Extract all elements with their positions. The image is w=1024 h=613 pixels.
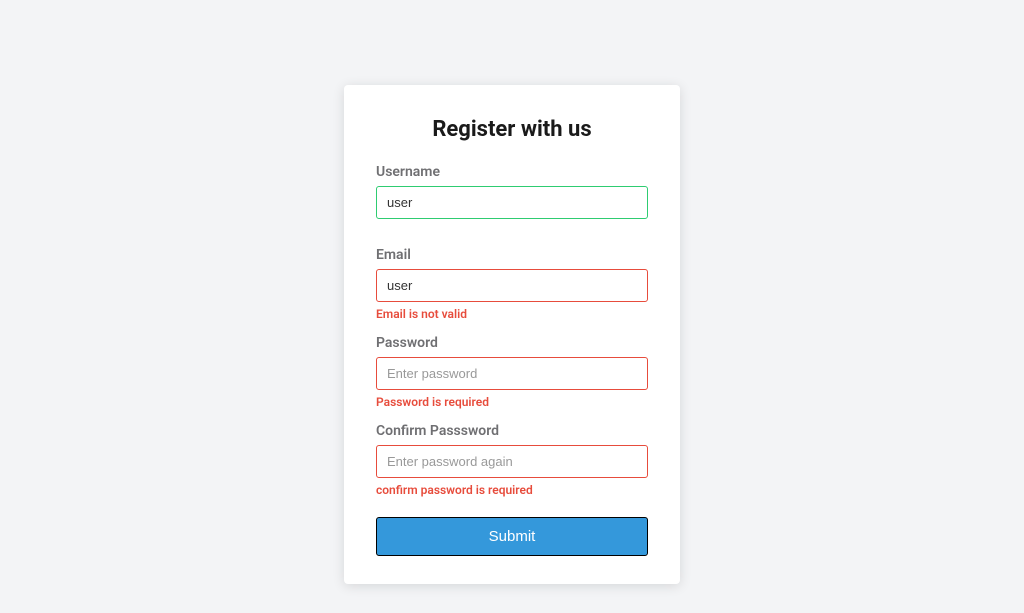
email-error: Email is not valid	[376, 307, 648, 321]
form-title: Register with us	[376, 117, 648, 142]
email-input[interactable]	[376, 269, 648, 302]
confirm-password-input[interactable]	[376, 445, 648, 478]
password-label: Password	[376, 335, 648, 351]
password-input[interactable]	[376, 357, 648, 390]
username-group: Username	[376, 164, 648, 219]
register-card: Register with us Username Email Email is…	[344, 85, 680, 584]
password-group: Password Password is required	[376, 335, 648, 409]
confirm-password-label: Confirm Passsword	[376, 423, 648, 439]
submit-button[interactable]: Submit	[376, 517, 648, 556]
email-label: Email	[376, 247, 648, 263]
username-label: Username	[376, 164, 648, 180]
confirm-password-group: Confirm Passsword confirm password is re…	[376, 423, 648, 497]
email-group: Email Email is not valid	[376, 247, 648, 321]
username-input[interactable]	[376, 186, 648, 219]
confirm-password-error: confirm password is required	[376, 483, 648, 497]
password-error: Password is required	[376, 395, 648, 409]
